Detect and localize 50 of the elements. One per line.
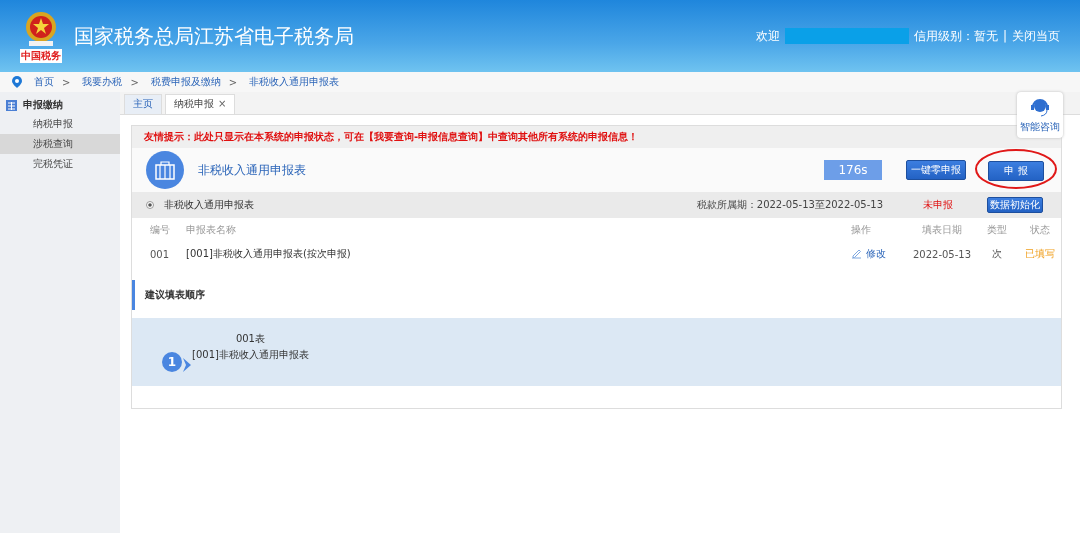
table-cell-text: [001]非税收入通用申报表(按次申报) <box>186 247 352 261</box>
sidebar-item[interactable]: 涉税查询 <box>0 134 120 154</box>
declare-status: 未申报 <box>923 198 953 212</box>
column-header: 操作 <box>851 223 872 237</box>
declare-button[interactable]: 申 报 <box>988 161 1044 181</box>
tab[interactable]: 纳税申报 × <box>165 94 236 114</box>
column-header: 编号 <box>150 223 171 237</box>
breadcrumb-separator: > <box>228 76 238 88</box>
table-cell-text: 001 <box>150 248 171 260</box>
headset-icon <box>1029 96 1051 118</box>
group-name: 非税收入通用申报表 <box>164 198 254 212</box>
welcome-text: 欢迎 <box>755 27 780 45</box>
countdown-timer: 176s <box>824 160 882 180</box>
grid-icon <box>6 99 17 111</box>
tax-period: 税款所属期：2022-05-13至2022-05-13 <box>696 198 883 212</box>
edit-link[interactable]: 修改 <box>851 246 886 261</box>
tab[interactable]: 主页 <box>124 94 162 114</box>
step-name: [001]非税收入通用申报表 <box>192 348 309 362</box>
sidebar-item[interactable]: 完税凭证 <box>0 154 120 174</box>
site-title: 国家税务总局江苏省电子税务局 <box>74 22 354 50</box>
column-header: 填表日期 <box>921 223 963 237</box>
breadcrumb-link[interactable]: 非税收入通用申报表 <box>249 75 340 89</box>
table-cell-text: 已填写 <box>1024 247 1056 261</box>
column-header: 类型 <box>986 223 1008 237</box>
table-cell-text: 次 <box>991 247 1003 261</box>
sidebar-section-title: 申报缴纳 <box>23 98 63 112</box>
separator-text: | <box>1002 29 1007 43</box>
radio-icon <box>146 201 154 209</box>
step-code: 001表 <box>235 332 265 346</box>
logo-caption: 中国税务 <box>20 49 62 63</box>
close-icon[interactable]: × <box>218 98 227 109</box>
table-cell-text: 2022-05-13 <box>911 248 973 260</box>
column-header: 申报表名称 <box>186 223 237 237</box>
zero-declare-button[interactable]: 一键零申报 <box>906 160 966 180</box>
breadcrumb-separator: > <box>130 76 139 88</box>
pencil-icon <box>851 248 862 260</box>
assistant-widget[interactable]: 智能咨询 <box>1017 92 1063 138</box>
breadcrumb-link[interactable]: 税费申报及缴纳 <box>150 75 221 89</box>
form-title: 非税收入通用申报表 <box>198 161 306 179</box>
credit-level: 信用级别：暂无 <box>913 27 998 45</box>
breadcrumb-separator: > <box>62 76 71 88</box>
location-pin-icon <box>12 76 22 88</box>
data-init-button[interactable]: 数据初始化 <box>987 197 1043 213</box>
sidebar-item[interactable]: 纳税申报 <box>0 114 120 134</box>
breadcrumb-link[interactable]: 我要办税 <box>82 75 123 89</box>
column-header: 状态 <box>1029 223 1051 237</box>
briefcase-icon <box>146 151 184 189</box>
section-heading: 建议填表顺序 <box>132 280 1061 310</box>
chevron-icon <box>183 358 191 372</box>
breadcrumb-link[interactable]: 首页 <box>34 75 54 89</box>
